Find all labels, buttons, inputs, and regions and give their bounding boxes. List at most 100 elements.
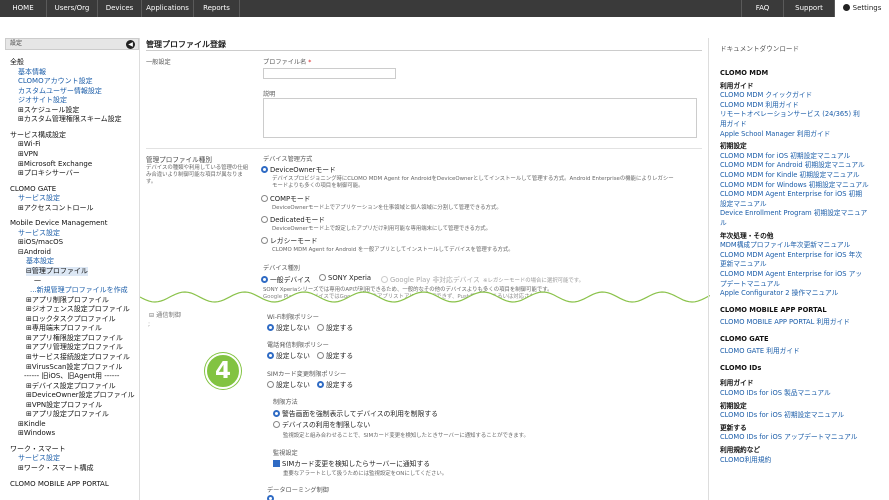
sidebar-item[interactable]: 一 — [34, 277, 41, 286]
sidebar-item[interactable]: ⊟管理プロファイル — [26, 267, 88, 277]
doc-link[interactable]: 設定マニュアル — [720, 200, 767, 209]
sidebar-item[interactable]: ⊞Wi-Fi — [18, 140, 41, 149]
doc-link[interactable]: CLOMO MDM Agent Enterprise for iOS 初期 — [720, 190, 862, 199]
nav-faq[interactable]: FAQ — [741, 0, 784, 17]
nav-devices[interactable]: Devices — [98, 0, 142, 17]
doc-link[interactable]: CLOMO IDs for iOS アップデートマニュアル — [720, 433, 858, 442]
sidebar-item[interactable]: Mobile Device Management — [10, 219, 107, 228]
doc-link[interactable]: 更新マニュアル — [720, 260, 767, 269]
sidebar-item[interactable]: 基本設定 — [26, 257, 54, 266]
radio-model-gplay[interactable] — [381, 276, 388, 283]
radio-deviceowner[interactable] — [261, 166, 268, 173]
sidebar-item[interactable]: ⊞Kindle — [18, 420, 46, 429]
doc-link[interactable]: リモートオペレーションサービス (24/365) 利 — [720, 110, 860, 119]
monitor-option[interactable]: SIMカード変更を検知したらサーバーに通知する — [273, 458, 430, 468]
opt-deviceowner[interactable]: DeviceOwnerモード — [261, 164, 336, 174]
opt-legacy[interactable]: レガシーモード — [261, 235, 318, 245]
sidebar-item[interactable]: ⊞プロキシサーバー — [18, 169, 80, 178]
sidebar-item[interactable]: CLOMO MOBILE APP PORTAL — [10, 480, 109, 489]
sidebar-item[interactable]: ジオサイト設定 — [18, 96, 67, 105]
doc-link[interactable]: CLOMO MDM for Windows 初期設定マニュアル — [720, 181, 869, 190]
doc-link[interactable]: CLOMO MDM 利用ガイド — [720, 101, 799, 110]
sidebar-item[interactable]: ⊞サービス接続設定プロファイル — [26, 353, 130, 362]
sidebar-item[interactable]: ⊞アプリ制限プロファイル — [26, 296, 109, 305]
doc-link[interactable]: CLOMO MDM for iOS 初期設定マニュアル — [720, 152, 850, 161]
sidebar-item[interactable]: ⊞VPN設定プロファイル — [26, 401, 102, 410]
nav-users-org[interactable]: Users/Org — [47, 0, 98, 17]
sim-yes[interactable]: 設定する — [317, 379, 353, 389]
doc-link[interactable]: CLOMO IDs for iOS 初期設定マニュアル — [720, 411, 844, 420]
wifi-no[interactable]: 設定しない — [267, 322, 310, 332]
bt-no[interactable]: 設定しない — [267, 350, 310, 360]
sidebar-item[interactable]: 全般 — [10, 58, 24, 67]
sidebar-item[interactable]: ⊞Microsoft Exchange — [18, 160, 92, 169]
sidebar-item[interactable]: ⊞ジオフェンス設定プロファイル — [26, 305, 130, 314]
noblock-option[interactable]: デバイスの利用を制限しない — [273, 419, 370, 429]
sidebar-item[interactable]: ⊞アプリ設定プロファイル — [26, 410, 109, 419]
opt-dedicated[interactable]: Dedicatedモード — [261, 214, 325, 224]
radio-roaming-no[interactable] — [267, 495, 274, 500]
doc-link[interactable]: CLOMO MDM for Kindle 初期設定マニュアル — [720, 171, 860, 180]
sidebar-item[interactable]: ⊞カスタム管理権限スキーム設定 — [18, 115, 122, 124]
collapse-icon[interactable]: ◀ — [126, 40, 135, 49]
model-gplay[interactable]: Google Play 非対応デバイス — [381, 274, 480, 284]
sidebar-item[interactable]: ⊞スケジュール設定 — [18, 106, 79, 115]
sidebar-item[interactable]: ...新規管理プロファイルを作成 — [30, 286, 128, 295]
sidebar-item[interactable]: サービス設定 — [18, 454, 60, 463]
doc-link[interactable]: Apple Configurator 2 操作マニュアル — [720, 289, 838, 298]
radio-comp[interactable] — [261, 195, 268, 202]
sidebar-item[interactable]: ⊞アクセスコントロール — [18, 204, 94, 213]
radio-sim-yes[interactable] — [317, 381, 324, 388]
doc-link[interactable]: CLOMO GATE 利用ガイド — [720, 347, 800, 356]
doc-link[interactable]: プデートマニュアル — [720, 280, 780, 289]
radio-noblock[interactable] — [273, 421, 280, 428]
doc-link[interactable]: 用ガイド — [720, 120, 747, 129]
sidebar-item[interactable]: 基本情報 — [18, 68, 46, 77]
nav-reports[interactable]: Reports — [194, 0, 240, 17]
sidebar-item[interactable]: CLOMOアカウント設定 — [18, 77, 93, 86]
radio-bt-no[interactable] — [267, 352, 274, 359]
sidebar-item[interactable]: ⊞アプリ権限設定プロファイル — [26, 334, 123, 343]
radio-bt-yes[interactable] — [317, 352, 324, 359]
sidebar-item[interactable]: サービス設定 — [18, 229, 60, 238]
sidebar-item[interactable]: ワーク・スマート — [10, 445, 66, 454]
radio-sim-no[interactable] — [267, 381, 274, 388]
wifi-yes[interactable]: 設定する — [317, 322, 353, 332]
doc-link[interactable]: CLOMO MDM for Android 初期設定マニュアル — [720, 161, 865, 170]
radio-model-sony[interactable] — [319, 274, 326, 281]
doc-link[interactable]: CLOMO MDM Agent Enterprise for iOS 年次 — [720, 251, 862, 260]
sidebar-item[interactable]: ⊞デバイス設定プロファイル — [26, 382, 116, 391]
sidebar-item[interactable]: ⊞アプリ管理設定プロファイル — [26, 343, 123, 352]
doc-link[interactable]: CLOMO MDM クイックガイド — [720, 91, 812, 100]
nav-support[interactable]: Support — [784, 0, 835, 17]
radio-legacy[interactable] — [261, 237, 268, 244]
nav-settings[interactable]: Settings — [835, 0, 889, 17]
sidebar-item[interactable]: ⊞Windows — [18, 429, 55, 438]
sidebar-item[interactable]: カスタムユーザー情報設定 — [18, 87, 102, 96]
sidebar-item[interactable]: サービス構成設定 — [10, 131, 66, 140]
sim-no[interactable]: 設定しない — [267, 379, 310, 389]
warn-option[interactable]: 警告画面を強制表示してデバイスの利用を制限する — [273, 408, 438, 418]
radio-wifi-yes[interactable] — [317, 324, 324, 331]
profile-name-input[interactable] — [263, 68, 396, 79]
sidebar-item[interactable]: ------ 旧iOS、旧Agent用 ------ — [24, 372, 119, 381]
sidebar-item[interactable]: ⊞ワーク・スマート構成 — [18, 464, 94, 473]
sidebar-item[interactable]: ⊟Android — [18, 248, 51, 257]
sidebar-item[interactable]: ⊞DeviceOwner設定プロファイル — [26, 391, 135, 400]
sidebar-item[interactable]: サービス設定 — [18, 194, 60, 203]
doc-link[interactable]: ル — [720, 219, 727, 228]
nav-home[interactable]: HOME — [0, 0, 47, 17]
doc-link[interactable]: CLOMO利用規約 — [720, 456, 771, 465]
sidebar-item[interactable]: ⊞ロックタスクプロファイル — [26, 315, 116, 324]
model-general[interactable]: 一般デバイス — [261, 274, 311, 284]
sidebar-item[interactable]: CLOMO GATE — [10, 185, 56, 194]
checkbox-monitor[interactable] — [273, 460, 280, 467]
doc-link[interactable]: CLOMO IDs for iOS 製品マニュアル — [720, 389, 831, 398]
sidebar-item[interactable]: ⊞VirusScan設定プロファイル — [26, 363, 122, 372]
doc-link[interactable]: Apple School Manager 利用ガイド — [720, 130, 830, 139]
roaming-no[interactable] — [267, 495, 276, 500]
opt-comp[interactable]: COMPモード — [261, 193, 310, 203]
comm-section-label[interactable]: ⊟ 通信制御 — [149, 310, 181, 319]
doc-link[interactable]: CLOMO MOBILE APP PORTAL 利用ガイド — [720, 318, 850, 327]
doc-link[interactable]: Device Enrollment Program 初期設定マニュア — [720, 209, 867, 218]
